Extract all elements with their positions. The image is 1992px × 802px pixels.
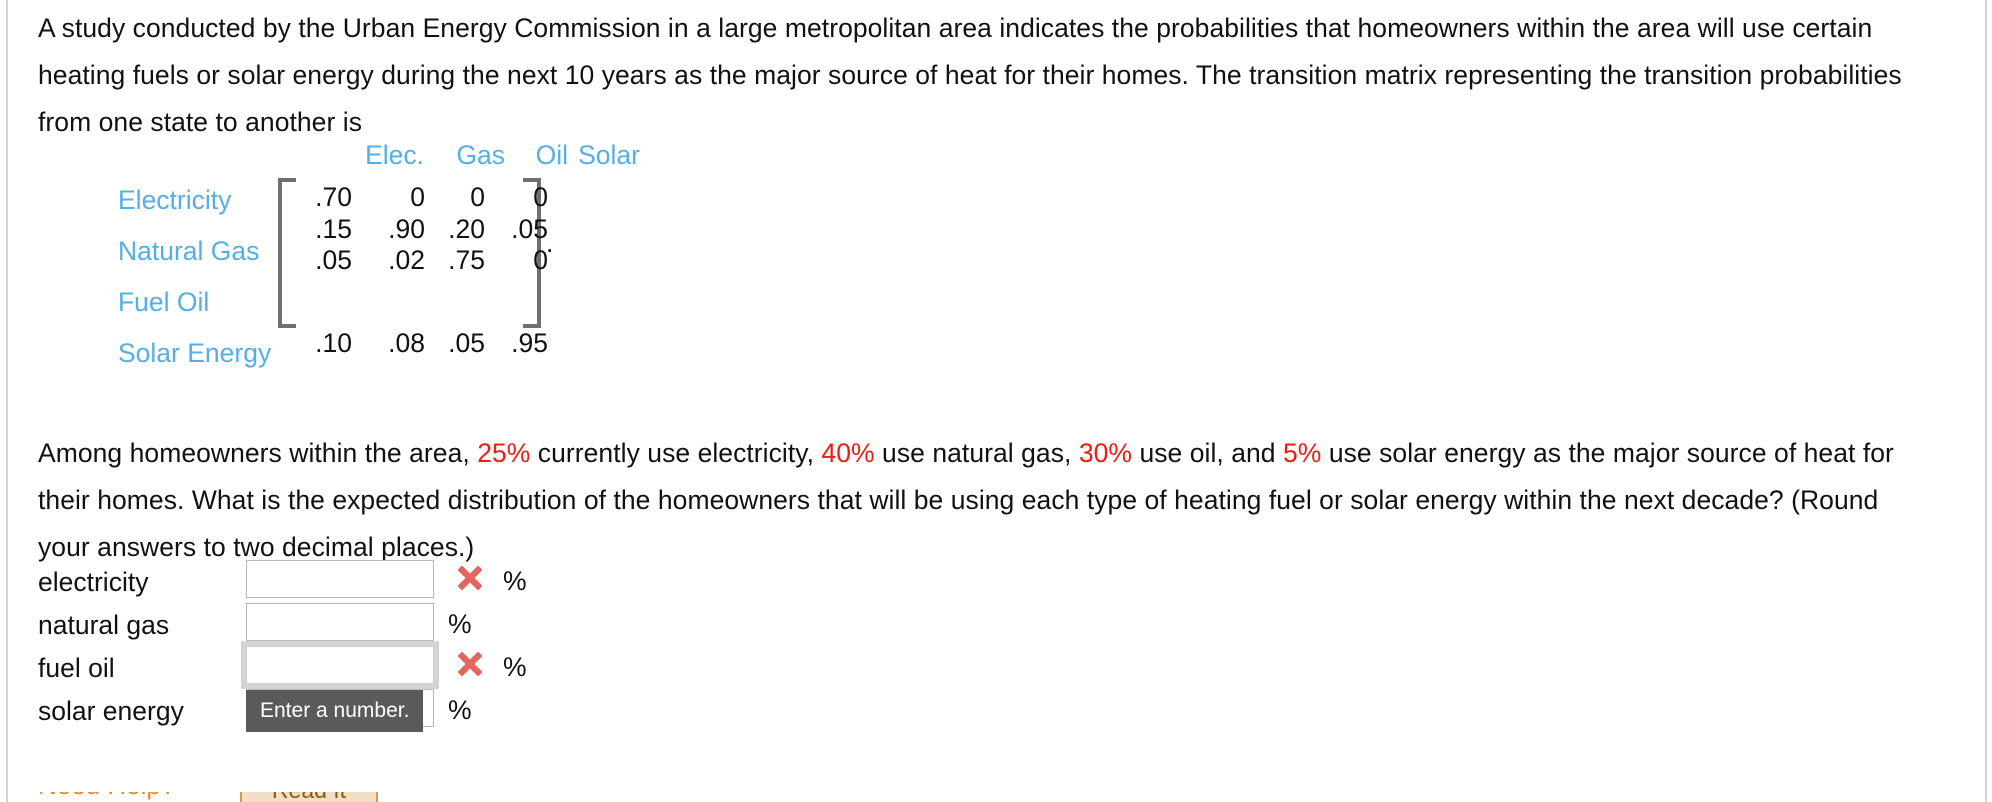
highlighted-percentage: 5% [1283, 438, 1322, 468]
incorrect-x-icon [457, 651, 483, 677]
highlighted-percentage: 30% [1078, 438, 1133, 468]
read-it-button[interactable]: Read It [240, 792, 378, 802]
problem-question-text: Among homeowners within the area, 25% cu… [38, 430, 1918, 571]
matrix-cell-r1c1: .70 [315, 182, 352, 212]
matrix-cell-r1c4: 0 [533, 182, 548, 212]
matrix-cell-r3c4: 0 [533, 245, 548, 275]
footer-strip: Need Help? Read It [38, 792, 738, 802]
answer-unit-fuel-oil: % [503, 652, 527, 682]
answer-label-solar-energy: solar energy [38, 696, 184, 726]
matrix-cell-r3c1: .05 [315, 245, 352, 275]
matrix-row-label-fuel-oil: Fuel Oil [118, 287, 210, 317]
incorrect-x-icon [457, 565, 483, 591]
answer-row-fuel-oil: fuel oil % Enter a number. [38, 646, 738, 732]
answer-input-natural-gas[interactable] [246, 603, 434, 641]
matrix-column-header-elec: Elec. [365, 140, 424, 170]
answer-unit-natural-gas: % [448, 609, 472, 639]
matrix-cell-r2c4: .05 [511, 214, 548, 244]
matrix-cell-r3c3: .75 [448, 245, 485, 275]
matrix-cell-r2c1: .15 [315, 214, 352, 244]
answer-input-electricity[interactable] [246, 560, 434, 598]
answer-unit-electricity: % [503, 566, 527, 596]
answer-row-electricity: electricity % [38, 560, 738, 604]
matrix-column-header-solar: Solar [578, 140, 640, 170]
answer-label-electricity: electricity [38, 567, 149, 597]
problem-content: A study conducted by the Urban Energy Co… [38, 0, 1968, 802]
answer-input-fuel-oil[interactable] [246, 646, 434, 684]
problem-page: A study conducted by the Urban Energy Co… [0, 0, 1992, 802]
question-text-segment: use oil, and [1132, 438, 1283, 468]
highlighted-percentage: 25% [477, 438, 531, 468]
matrix-cell-r4c3: .05 [448, 328, 485, 358]
need-help-label[interactable]: Need Help? [38, 792, 175, 801]
question-text-segment: use natural gas, [874, 438, 1079, 468]
highlighted-percentage: 40% [821, 438, 875, 468]
matrix-cell-r4c1: .10 [315, 328, 352, 358]
answer-label-natural-gas: natural gas [38, 610, 170, 640]
matrix-cell-r2c3: .20 [448, 214, 485, 244]
question-text-segment: currently use electricity, [530, 438, 822, 468]
matrix-cell-r1c2: 0 [410, 182, 425, 212]
validation-tooltip: Enter a number. [246, 690, 424, 732]
transition-matrix: Elec. Gas Oil Solar Electricity Natural … [38, 140, 838, 420]
right-margin-rule [1985, 0, 1987, 802]
answer-row-natural-gas: natural gas % [38, 603, 738, 647]
matrix-cell-r2c2: .90 [388, 214, 425, 244]
left-margin-rule [6, 0, 8, 802]
answer-unit-solar-energy: % [448, 695, 472, 725]
question-text-segment: Among homeowners within the area, [38, 438, 478, 468]
matrix-trailing-period: . [546, 228, 554, 258]
matrix-cell-r4c2: .08 [388, 328, 425, 358]
matrix-cell-r4c4: .95 [511, 328, 548, 358]
problem-intro-text: A study conducted by the Urban Energy Co… [38, 13, 1902, 137]
matrix-cell-r1c3: 0 [470, 182, 485, 212]
answer-label-fuel-oil: fuel oil [38, 653, 115, 683]
matrix-cell-r3c2: .02 [388, 245, 425, 275]
